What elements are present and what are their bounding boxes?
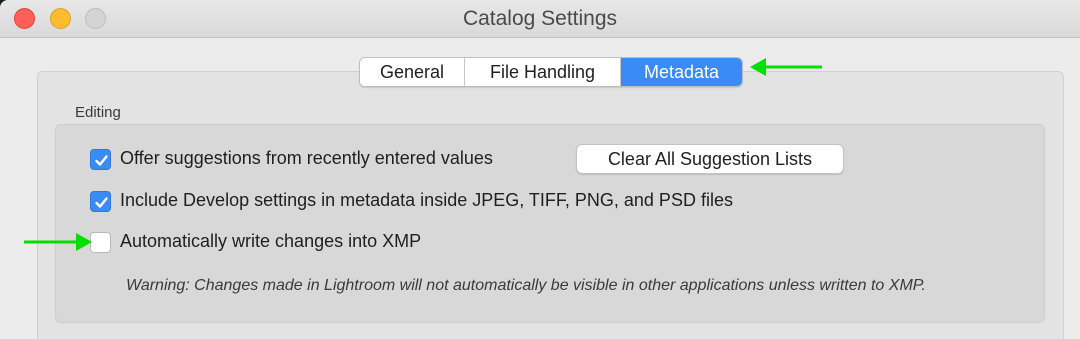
annotation-arrow-icon xyxy=(750,58,822,76)
include-develop-settings-label: Include Develop settings in metadata ins… xyxy=(120,190,733,210)
window-title: Catalog Settings xyxy=(462,7,618,30)
offer-suggestions-label: Offer suggestions from recently entered … xyxy=(120,148,493,168)
title-bar: Catalog Settings xyxy=(0,0,1080,38)
offer-suggestions-checkbox[interactable] xyxy=(90,149,111,170)
checkmark-icon xyxy=(95,197,108,208)
tab-general[interactable]: General xyxy=(360,58,465,86)
editing-section-label: Editing xyxy=(75,104,121,121)
annotation-arrow-icon xyxy=(24,233,92,251)
auto-write-xmp-label: Automatically write changes into XMP xyxy=(120,231,422,251)
clear-all-suggestion-lists-button[interactable]: Clear All Suggestion Lists xyxy=(576,144,844,174)
checkmark-icon xyxy=(95,155,108,166)
catalog-settings-window: Catalog Settings General File Handling M… xyxy=(0,0,1080,339)
tab-file-handling[interactable]: File Handling xyxy=(465,58,621,86)
xmp-warning-text: Warning: Changes made in Lightroom will … xyxy=(126,277,926,294)
include-develop-settings-checkbox[interactable] xyxy=(90,191,111,212)
tab-metadata[interactable]: Metadata xyxy=(621,58,742,86)
settings-tabs: General File Handling Metadata xyxy=(359,57,743,87)
